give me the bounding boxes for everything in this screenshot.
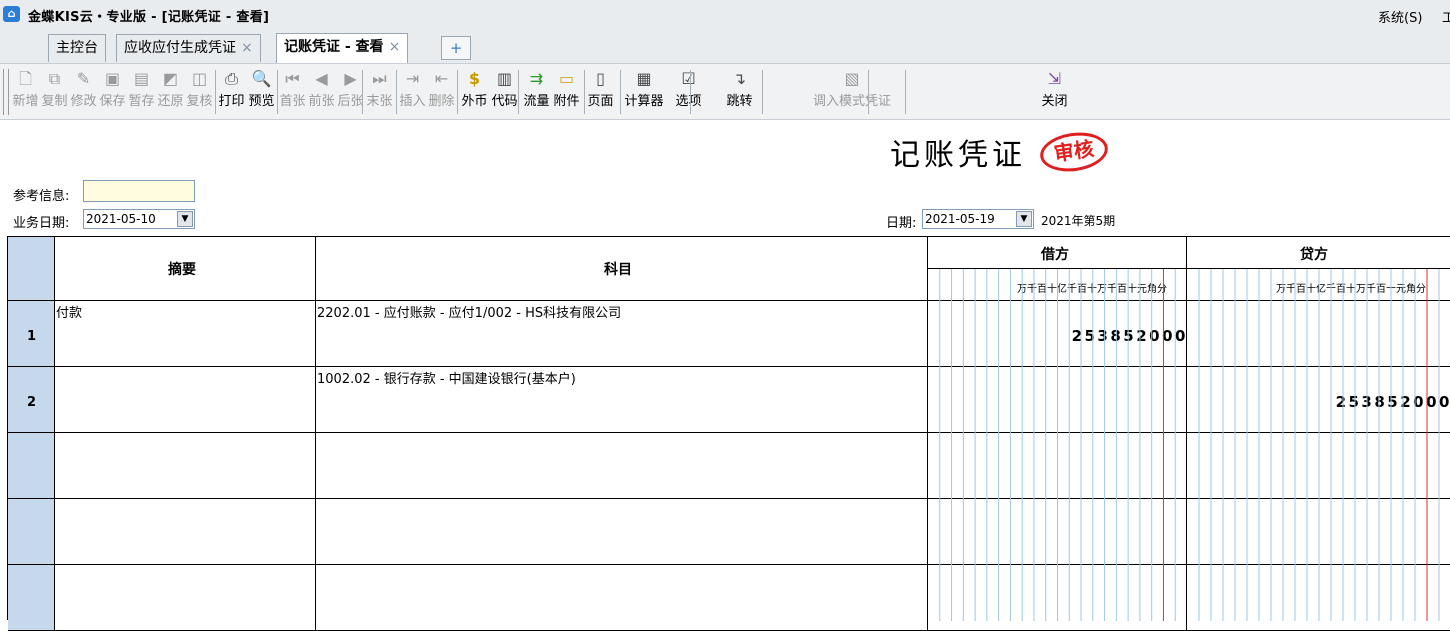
template-icon: ▧ xyxy=(844,69,860,88)
toolbar-separator xyxy=(762,70,763,114)
tab-ar-ap-voucher[interactable]: 应收应付生成凭证 × xyxy=(116,34,261,62)
tab-bar: 主控台 应收应付生成凭证 × 记账凭证 - 查看 × + xyxy=(0,30,1450,63)
toolbar-button-attachment-folder[interactable]: ▭ 附件 xyxy=(552,68,581,109)
close-icon[interactable]: × xyxy=(389,39,401,55)
options-icon: ☑ xyxy=(681,69,696,88)
page-book-icon: ▯ xyxy=(596,69,605,88)
jump-arrow-icon: ↴ xyxy=(732,69,747,88)
toolbar-button-calculator[interactable]: ▦ 计算器 xyxy=(624,68,664,109)
cashflow-icon: ⇉ xyxy=(529,69,544,88)
tab-label: 应收应付生成凭证 xyxy=(124,40,236,56)
plus-icon: + xyxy=(449,39,463,57)
delete-row-icon: ⇤ xyxy=(434,69,449,88)
toolbar-separator xyxy=(277,70,278,114)
ref-info-label: 参考信息: xyxy=(13,189,70,204)
toolbar-button-delete-row[interactable]: ⇤ 删除 xyxy=(427,68,456,109)
code-icon: ▥ xyxy=(496,69,513,88)
toolbar-button-template[interactable]: ▧ 调入模式凭证 xyxy=(813,68,891,109)
toolbar-button-exit-door[interactable]: ⇲ 关闭 xyxy=(1040,68,1069,109)
next-icon: ▶ xyxy=(344,69,357,88)
toolbar-button-review[interactable]: ◫ 复核 xyxy=(185,68,214,109)
new-doc-icon: 🗋 xyxy=(19,69,32,88)
window-title: 金蝶KIS云・专业版 - [记账凭证 - 查看] xyxy=(28,10,270,25)
toolbar-separator xyxy=(868,70,869,114)
insert-row-icon: ⇥ xyxy=(405,69,420,88)
toolbar-button-code[interactable]: ▥ 代码 xyxy=(490,68,519,109)
toolbar-button-label: 跳转 xyxy=(726,94,753,109)
system-menu-trailing[interactable]: 工 xyxy=(1442,7,1450,26)
edit-icon: ✎ xyxy=(76,69,91,88)
toolbar-separator xyxy=(215,70,216,114)
chevron-down-icon[interactable]: ▼ xyxy=(177,211,193,227)
save-icon: ▣ xyxy=(104,69,121,88)
kingdee-cloud-icon: ⌂ xyxy=(3,6,20,22)
toolbar-separator xyxy=(396,70,397,114)
toolbar-separator xyxy=(457,70,458,114)
biz-date-picker[interactable]: 2021-05-10 ▼ xyxy=(83,209,195,229)
date-value: 2021-05-19 xyxy=(925,212,995,226)
toolbar-separator xyxy=(584,70,585,114)
copy-icon: ⧉ xyxy=(48,69,61,88)
toolbar-separator xyxy=(362,70,363,114)
toolbar-separator xyxy=(905,70,906,114)
currency-icon: $ xyxy=(468,69,481,88)
toolbar-button-page-book[interactable]: ▯ 页面 xyxy=(586,68,615,109)
toolbar-separator xyxy=(690,70,691,114)
biz-date-label: 业务日期: xyxy=(13,216,70,231)
toolbar-button-label: 关闭 xyxy=(1041,94,1068,109)
toolbar-button-label: 计算器 xyxy=(624,94,664,109)
first-icon: ⏮ xyxy=(285,69,300,88)
tab-console[interactable]: 主控台 xyxy=(48,34,106,62)
tab-voucher-view[interactable]: 记账凭证 - 查看 × xyxy=(276,33,409,63)
accounting-period: 2021年第5期 xyxy=(1041,214,1116,228)
exit-door-icon: ⇲ xyxy=(1047,69,1062,88)
system-menu[interactable]: 系统(S) xyxy=(1378,7,1422,26)
stash-icon: ▤ xyxy=(133,69,150,88)
toolbar-button-label: 页面 xyxy=(587,94,614,109)
biz-date-value: 2021-05-10 xyxy=(86,212,156,226)
toolbar-button-last[interactable]: ⏭ 末张 xyxy=(365,68,394,109)
calculator-icon: ▦ xyxy=(636,69,652,88)
approved-stamp: 审核 xyxy=(1037,128,1111,176)
voucher-entry-grid: 摘要 科目 借方 贷方 万千百十亿千百十万千百十元角分 万千百十亿千百十万千百十… xyxy=(7,236,1450,631)
review-icon: ◫ xyxy=(191,69,208,88)
restore-icon: ◩ xyxy=(162,69,179,88)
toolbar-separator xyxy=(518,70,519,114)
date-label: 日期: xyxy=(886,216,917,231)
close-icon[interactable]: × xyxy=(241,40,253,56)
toolbar-button-label: 调入模式凭证 xyxy=(813,94,892,109)
toolbar: 🗋 新增 ⧉ 复制 ✎ 修改 ▣ 保存 ▤ 暂存 ◩ 还原 ◫ 复核 ⎙ 打印 🔍 预览 ⏮ 首张 ◀ 前张 ▶ 后张 ⏭ 末张 ⇥… xyxy=(0,63,1450,120)
tab-label: 记账凭证 - 查看 xyxy=(284,39,384,55)
toolbar-button-jump-arrow[interactable]: ↴ 跳转 xyxy=(725,68,754,109)
attachment-folder-icon: ▭ xyxy=(558,69,575,88)
add-tab-button[interactable]: + xyxy=(441,36,471,60)
prev-icon: ◀ xyxy=(315,69,328,88)
toolbar-button-options[interactable]: ☑ 选项 xyxy=(674,68,703,109)
ref-info-input[interactable] xyxy=(83,180,195,202)
preview-icon: 🔍 xyxy=(251,69,272,88)
title-bar: ⌂ 金蝶KIS云・专业版 - [记账凭证 - 查看] 系统(S) 工 xyxy=(0,0,1450,30)
last-icon: ⏭ xyxy=(372,69,387,88)
toolbar-separator xyxy=(620,70,621,114)
tab-label: 主控台 xyxy=(56,40,98,56)
digit-grid-lines xyxy=(939,269,1440,621)
toolbar-button-label: 选项 xyxy=(675,94,702,109)
date-picker[interactable]: 2021-05-19 ▼ xyxy=(922,209,1034,229)
chevron-down-icon[interactable]: ▼ xyxy=(1016,211,1032,227)
print-icon: ⎙ xyxy=(225,69,238,88)
voucher-title: 记账凭证 xyxy=(890,138,1026,173)
